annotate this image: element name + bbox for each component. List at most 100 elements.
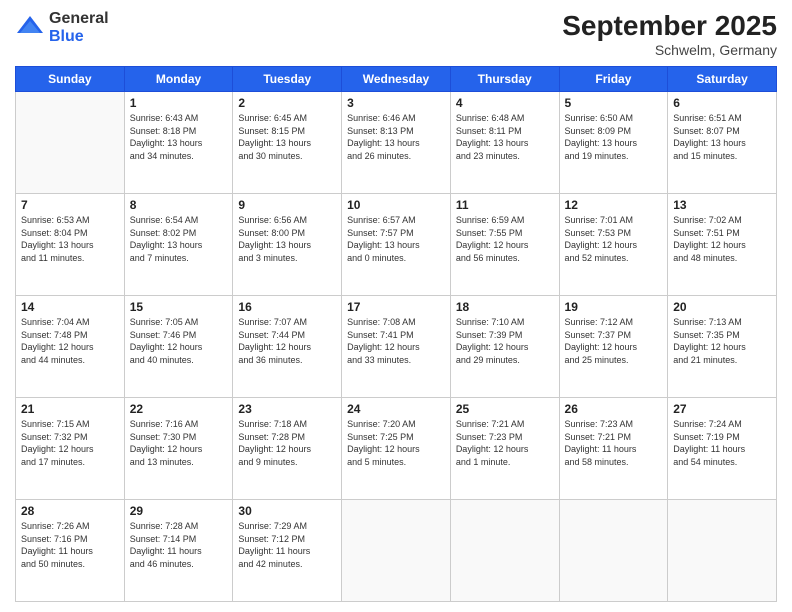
- day-info: Sunrise: 7:05 AM Sunset: 7:46 PM Dayligh…: [130, 316, 228, 366]
- calendar-cell: 11 Sunrise: 6:59 AM Sunset: 7:55 PM Dayli…: [450, 194, 559, 296]
- calendar-cell: [342, 500, 451, 602]
- day-number: 2: [238, 96, 336, 110]
- calendar-cell: 3 Sunrise: 6:46 AM Sunset: 8:13 PM Daylig…: [342, 92, 451, 194]
- calendar-cell: 16Sunrise: 7:07 AM Sunset: 7:44 PM Dayli…: [233, 296, 342, 398]
- day-number: 3: [347, 96, 445, 110]
- day-number: 8: [130, 198, 228, 212]
- day-info: Sunrise: 7:20 AM Sunset: 7:25 PM Dayligh…: [347, 418, 445, 468]
- day-info: Sunrise: 6:57 AM Sunset: 7:57 PM Dayligh…: [347, 214, 445, 264]
- day-info: Sunrise: 7:15 AM Sunset: 7:32 PM Dayligh…: [21, 418, 119, 468]
- day-info: Sunrise: 7:18 AM Sunset: 7:28 PM Dayligh…: [238, 418, 336, 468]
- calendar-week-row: 21 Sunrise: 7:15 AM Sunset: 7:32 PM Dayli…: [16, 398, 777, 500]
- day-number: 5: [565, 96, 663, 110]
- day-number: 10: [347, 198, 445, 212]
- day-info: Sunrise: 7:26 AM Sunset: 7:16 PM Dayligh…: [21, 520, 119, 570]
- day-number: 28: [21, 504, 119, 518]
- calendar-cell: 10 Sunrise: 6:57 AM Sunset: 7:57 PM Dayli…: [342, 194, 451, 296]
- location-subtitle: Schwelm, Germany: [562, 42, 777, 58]
- day-number: 29: [130, 504, 228, 518]
- day-info: Sunrise: 6:50 AM Sunset: 8:09 PM Dayligh…: [565, 112, 663, 162]
- day-info: Sunrise: 7:04 AM Sunset: 7:48 PM Dayligh…: [21, 316, 119, 366]
- day-info: Sunrise: 7:23 AM Sunset: 7:21 PM Dayligh…: [565, 418, 663, 468]
- day-info: Sunrise: 6:48 AM Sunset: 8:11 PM Dayligh…: [456, 112, 554, 162]
- logo: General Blue: [15, 10, 109, 45]
- day-number: 27: [673, 402, 771, 416]
- month-title: September 2025: [562, 10, 777, 42]
- calendar-cell: 13 Sunrise: 7:02 AM Sunset: 7:51 PM Dayli…: [668, 194, 777, 296]
- calendar-cell: 23 Sunrise: 7:18 AM Sunset: 7:28 PM Dayli…: [233, 398, 342, 500]
- day-number: 18: [456, 300, 554, 314]
- day-number: 12: [565, 198, 663, 212]
- calendar-cell: 22 Sunrise: 7:16 AM Sunset: 7:30 PM Dayli…: [124, 398, 233, 500]
- weekday-header: Thursday: [450, 67, 559, 92]
- day-info: Sunrise: 7:28 AM Sunset: 7:14 PM Dayligh…: [130, 520, 228, 570]
- day-number: 19: [565, 300, 663, 314]
- calendar-cell: 26 Sunrise: 7:23 AM Sunset: 7:21 PM Dayli…: [559, 398, 668, 500]
- calendar-cell: 8Sunrise: 6:54 AM Sunset: 8:02 PM Daylig…: [124, 194, 233, 296]
- day-info: Sunrise: 7:16 AM Sunset: 7:30 PM Dayligh…: [130, 418, 228, 468]
- weekday-header: Friday: [559, 67, 668, 92]
- calendar-cell: [16, 92, 125, 194]
- day-number: 23: [238, 402, 336, 416]
- day-info: Sunrise: 7:13 AM Sunset: 7:35 PM Dayligh…: [673, 316, 771, 366]
- day-info: Sunrise: 7:21 AM Sunset: 7:23 PM Dayligh…: [456, 418, 554, 468]
- calendar-cell: [450, 500, 559, 602]
- day-info: Sunrise: 6:59 AM Sunset: 7:55 PM Dayligh…: [456, 214, 554, 264]
- weekday-header: Tuesday: [233, 67, 342, 92]
- calendar-cell: 20 Sunrise: 7:13 AM Sunset: 7:35 PM Dayli…: [668, 296, 777, 398]
- calendar-week-row: 14 Sunrise: 7:04 AM Sunset: 7:48 PM Dayli…: [16, 296, 777, 398]
- day-number: 21: [21, 402, 119, 416]
- day-info: Sunrise: 7:29 AM Sunset: 7:12 PM Dayligh…: [238, 520, 336, 570]
- calendar-week-row: 28 Sunrise: 7:26 AM Sunset: 7:16 PM Dayli…: [16, 500, 777, 602]
- weekday-header: Monday: [124, 67, 233, 92]
- day-info: Sunrise: 6:43 AM Sunset: 8:18 PM Dayligh…: [130, 112, 228, 162]
- calendar-cell: 18 Sunrise: 7:10 AM Sunset: 7:39 PM Dayli…: [450, 296, 559, 398]
- calendar-cell: 4Sunrise: 6:48 AM Sunset: 8:11 PM Daylig…: [450, 92, 559, 194]
- calendar-cell: 27 Sunrise: 7:24 AM Sunset: 7:19 PM Dayli…: [668, 398, 777, 500]
- day-number: 26: [565, 402, 663, 416]
- calendar-cell: 17 Sunrise: 7:08 AM Sunset: 7:41 PM Dayli…: [342, 296, 451, 398]
- calendar-cell: 24Sunrise: 7:20 AM Sunset: 7:25 PM Dayli…: [342, 398, 451, 500]
- day-info: Sunrise: 7:10 AM Sunset: 7:39 PM Dayligh…: [456, 316, 554, 366]
- calendar-cell: 6Sunrise: 6:51 AM Sunset: 8:07 PM Daylig…: [668, 92, 777, 194]
- day-number: 22: [130, 402, 228, 416]
- day-number: 16: [238, 300, 336, 314]
- day-number: 14: [21, 300, 119, 314]
- logo-general-label: General: [49, 10, 109, 28]
- calendar-week-row: 7 Sunrise: 6:53 AM Sunset: 8:04 PM Daylig…: [16, 194, 777, 296]
- calendar-cell: 21 Sunrise: 7:15 AM Sunset: 7:32 PM Dayli…: [16, 398, 125, 500]
- day-info: Sunrise: 7:02 AM Sunset: 7:51 PM Dayligh…: [673, 214, 771, 264]
- calendar-cell: 25 Sunrise: 7:21 AM Sunset: 7:23 PM Dayli…: [450, 398, 559, 500]
- calendar-week-row: 1 Sunrise: 6:43 AM Sunset: 8:18 PM Daylig…: [16, 92, 777, 194]
- day-info: Sunrise: 6:51 AM Sunset: 8:07 PM Dayligh…: [673, 112, 771, 162]
- day-number: 13: [673, 198, 771, 212]
- day-number: 1: [130, 96, 228, 110]
- day-number: 25: [456, 402, 554, 416]
- calendar-cell: [559, 500, 668, 602]
- calendar-cell: 19Sunrise: 7:12 AM Sunset: 7:37 PM Dayli…: [559, 296, 668, 398]
- calendar-cell: 7 Sunrise: 6:53 AM Sunset: 8:04 PM Daylig…: [16, 194, 125, 296]
- day-info: Sunrise: 6:53 AM Sunset: 8:04 PM Dayligh…: [21, 214, 119, 264]
- calendar-cell: 9 Sunrise: 6:56 AM Sunset: 8:00 PM Daylig…: [233, 194, 342, 296]
- day-number: 7: [21, 198, 119, 212]
- day-number: 11: [456, 198, 554, 212]
- day-number: 17: [347, 300, 445, 314]
- calendar-cell: 30Sunrise: 7:29 AM Sunset: 7:12 PM Dayli…: [233, 500, 342, 602]
- day-info: Sunrise: 6:56 AM Sunset: 8:00 PM Dayligh…: [238, 214, 336, 264]
- header: General Blue September 2025 Schwelm, Ger…: [15, 10, 777, 58]
- day-number: 20: [673, 300, 771, 314]
- day-info: Sunrise: 6:46 AM Sunset: 8:13 PM Dayligh…: [347, 112, 445, 162]
- page: General Blue September 2025 Schwelm, Ger…: [0, 0, 792, 612]
- calendar-cell: 1 Sunrise: 6:43 AM Sunset: 8:18 PM Daylig…: [124, 92, 233, 194]
- day-info: Sunrise: 7:01 AM Sunset: 7:53 PM Dayligh…: [565, 214, 663, 264]
- day-info: Sunrise: 7:24 AM Sunset: 7:19 PM Dayligh…: [673, 418, 771, 468]
- weekday-header: Wednesday: [342, 67, 451, 92]
- logo-text: General Blue: [49, 10, 109, 45]
- logo-blue-label: Blue: [49, 28, 109, 46]
- day-info: Sunrise: 7:08 AM Sunset: 7:41 PM Dayligh…: [347, 316, 445, 366]
- calendar-cell: 28 Sunrise: 7:26 AM Sunset: 7:16 PM Dayli…: [16, 500, 125, 602]
- calendar-cell: 15Sunrise: 7:05 AM Sunset: 7:46 PM Dayli…: [124, 296, 233, 398]
- day-number: 9: [238, 198, 336, 212]
- weekday-header-row: SundayMondayTuesdayWednesdayThursdayFrid…: [16, 67, 777, 92]
- calendar-cell: 2Sunrise: 6:45 AM Sunset: 8:15 PM Daylig…: [233, 92, 342, 194]
